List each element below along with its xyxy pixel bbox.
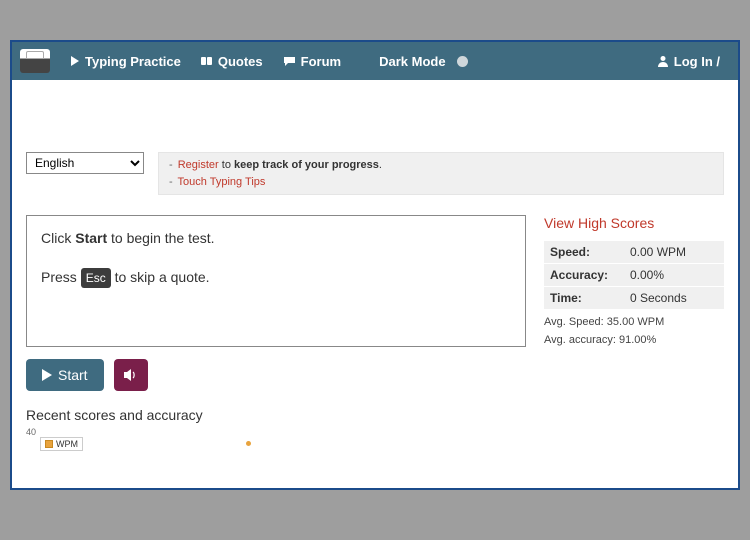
- nav-login[interactable]: Log In /: [647, 54, 730, 69]
- recent-scores-heading: Recent scores and accuracy: [26, 407, 724, 423]
- dark-mode-toggle[interactable]: Dark Mode: [369, 54, 477, 69]
- app-window: Typing Practice Quotes Forum Dark Mode L…: [10, 40, 740, 490]
- stat-label: Accuracy:: [544, 264, 624, 287]
- avg-speed: Avg. Speed: 35.00 WPM: [544, 316, 724, 328]
- language-select[interactable]: English: [26, 152, 144, 174]
- toggle-indicator-icon: [457, 56, 468, 67]
- touch-typing-tips-link[interactable]: Touch Typing Tips: [178, 176, 266, 188]
- play-icon: [70, 56, 80, 66]
- nav-typing-practice[interactable]: Typing Practice: [60, 54, 191, 69]
- legend-swatch-icon: [45, 440, 53, 448]
- nav-label: Forum: [301, 54, 341, 69]
- button-row: Start: [26, 359, 724, 391]
- user-icon: [657, 55, 669, 67]
- stat-value: 0 Seconds: [624, 287, 724, 310]
- esc-key-icon: Esc: [81, 268, 111, 288]
- topbar: Typing Practice Quotes Forum Dark Mode L…: [12, 42, 738, 80]
- nav-label: Log In /: [674, 54, 720, 69]
- stat-label: Time:: [544, 287, 624, 310]
- chart-y-tick: 40: [26, 427, 36, 437]
- nav-quotes[interactable]: Quotes: [191, 54, 273, 69]
- stats-table: Speed: 0.00 WPM Accuracy: 0.00% Time: 0 …: [544, 241, 724, 310]
- view-high-scores-link[interactable]: View High Scores: [544, 215, 724, 231]
- stats-panel: View High Scores Speed: 0.00 WPM Accurac…: [544, 215, 724, 346]
- nav-label: Typing Practice: [85, 54, 181, 69]
- nav-forum[interactable]: Forum: [273, 54, 351, 69]
- chart-legend: WPM: [40, 437, 83, 451]
- start-button[interactable]: Start: [26, 359, 104, 391]
- stat-value: 0.00%: [624, 264, 724, 287]
- chat-icon: [283, 56, 296, 67]
- tips-bold: keep track of your progress: [234, 159, 379, 171]
- avg-accuracy: Avg. accuracy: 91.00%: [544, 334, 724, 346]
- recent-scores-chart: 40 WPM: [26, 427, 724, 457]
- legend-label: WPM: [56, 439, 78, 449]
- register-link[interactable]: Register: [178, 159, 219, 171]
- nav-label: Quotes: [218, 54, 263, 69]
- table-row: Accuracy: 0.00%: [544, 264, 724, 287]
- typing-area[interactable]: Click Start to begin the test. Press Esc…: [26, 215, 526, 347]
- stat-value: 0.00 WPM: [624, 241, 724, 264]
- typewriter-logo-icon: [20, 49, 50, 73]
- chart-data-point: [246, 441, 251, 446]
- mute-button[interactable]: [114, 359, 148, 391]
- start-word: Start: [75, 230, 107, 246]
- stat-label: Speed:: [544, 241, 624, 264]
- speaker-icon: [124, 369, 138, 381]
- play-icon: [42, 369, 52, 381]
- dark-mode-label: Dark Mode: [379, 54, 445, 69]
- table-row: Speed: 0.00 WPM: [544, 241, 724, 264]
- table-row: Time: 0 Seconds: [544, 287, 724, 310]
- settings-row: English - Register to keep track of your…: [26, 152, 724, 195]
- content-area: English - Register to keep track of your…: [12, 80, 738, 469]
- main-row: Click Start to begin the test. Press Esc…: [26, 215, 724, 347]
- tips-bar: - Register to keep track of your progres…: [158, 152, 724, 195]
- button-label: Start: [58, 367, 88, 383]
- book-icon: [201, 56, 213, 67]
